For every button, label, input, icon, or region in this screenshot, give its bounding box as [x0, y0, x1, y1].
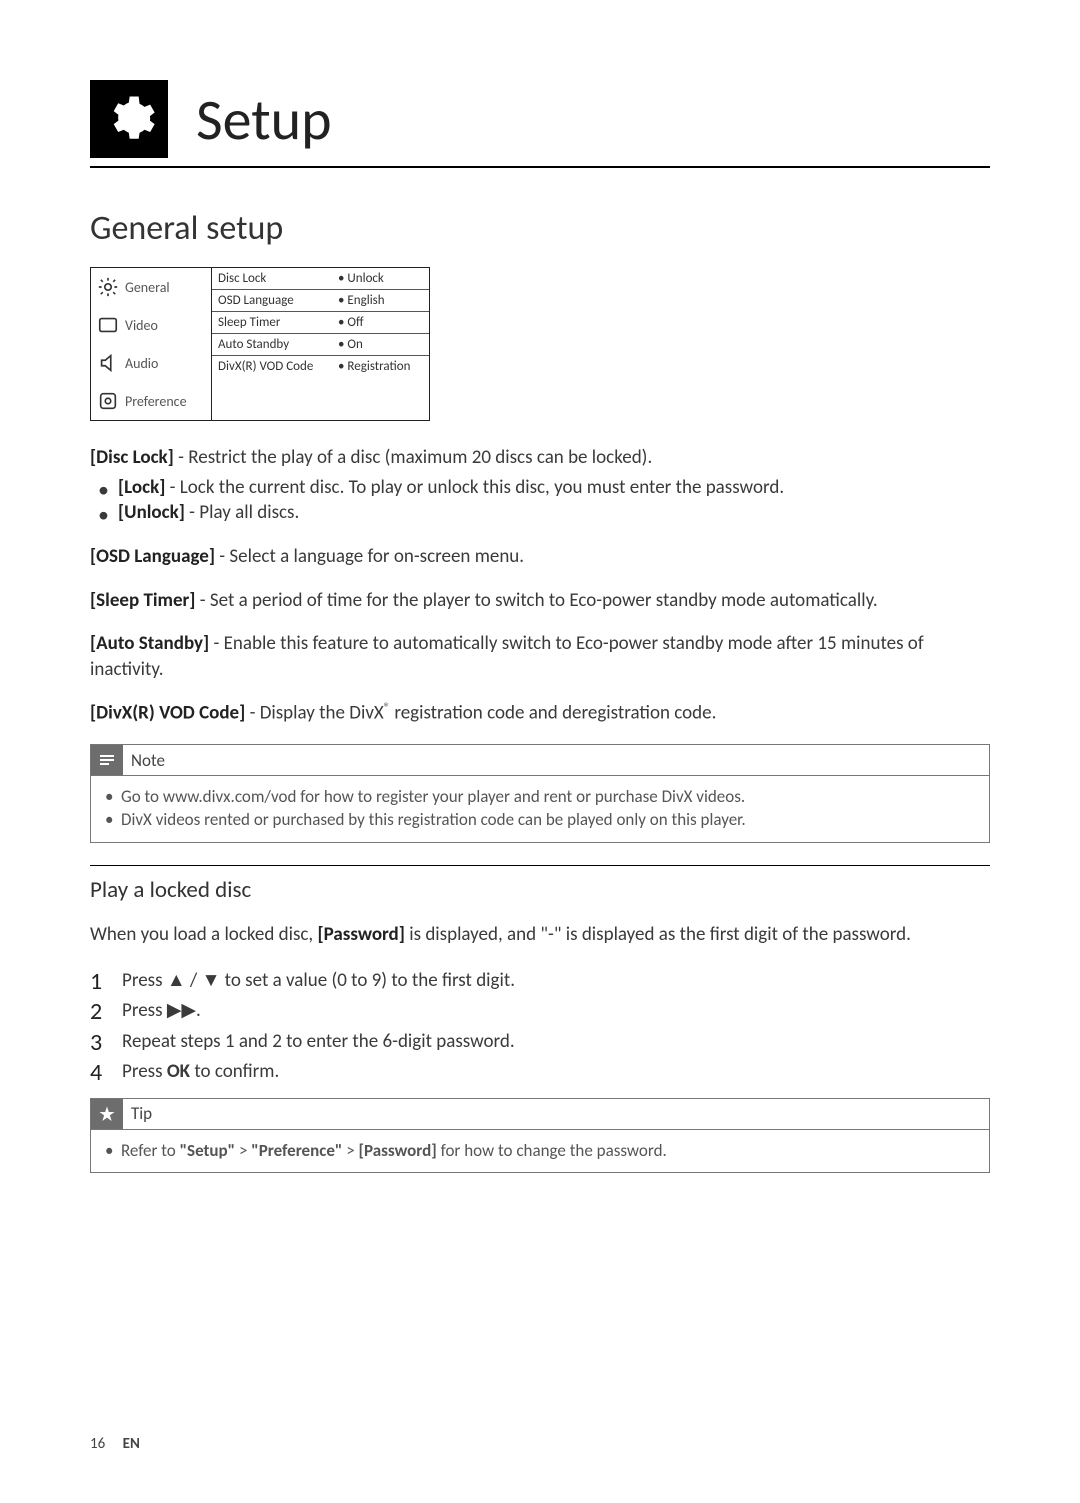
list-item: DivX videos rented or purchased by this …: [105, 809, 975, 832]
menu-tab-preference: Preference: [91, 382, 211, 420]
menu-row: OSD LanguageEnglish: [212, 290, 429, 312]
list-item: Go to www.divx.com/vod for how to regist…: [105, 786, 975, 809]
subsection-title: Play a locked disc: [90, 876, 990, 904]
desc-sleep: [Sleep Timer] - Set a period of time for…: [90, 588, 990, 614]
page-header: Setup: [90, 80, 990, 168]
setting-value: Registration: [338, 359, 410, 374]
setting-label: DivX(R) VOD Code: [218, 359, 338, 374]
setting-value: Off: [338, 315, 364, 330]
setting-value: English: [338, 293, 385, 308]
play-steps: Press ▲ / ▼ to set a value (0 to 9) to t…: [90, 966, 990, 1088]
menu-tab-label: Video: [125, 317, 158, 334]
down-icon: ▼: [202, 969, 221, 992]
setting-label: Disc Lock: [218, 271, 338, 286]
desc-disc-lock: [Disc Lock] - Restrict the play of a dis…: [90, 445, 990, 471]
play-intro: When you load a locked disc, [Password] …: [90, 922, 990, 948]
menu-tab-label: General: [125, 279, 170, 296]
page-lang: EN: [123, 1435, 140, 1453]
audio-icon: [97, 352, 119, 374]
menu-tab-general: General: [91, 268, 211, 306]
callout-body: Refer to "Setup" > "Preference" > [Passw…: [91, 1130, 989, 1173]
page-footer: 16 EN: [90, 1435, 140, 1453]
body-content: [Disc Lock] - Restrict the play of a dis…: [90, 445, 990, 726]
callout-title: Note: [131, 746, 165, 775]
menu-tab-video: Video: [91, 306, 211, 344]
callout-body: Go to www.divx.com/vod for how to regist…: [91, 776, 989, 842]
list-item: [Unlock] - Play all discs.: [118, 500, 990, 526]
setting-label: Sleep Timer: [218, 315, 338, 330]
callout-title: Tip: [131, 1099, 152, 1128]
page-title: Setup: [196, 84, 332, 155]
preference-icon: [97, 390, 119, 412]
list-item: Press OK to confirm.: [90, 1057, 990, 1087]
list-item: Press ▶▶.: [90, 996, 990, 1026]
menu-tab-audio: Audio: [91, 344, 211, 382]
gear-icon: [90, 80, 168, 158]
callout-header: Tip: [91, 1099, 989, 1130]
menu-tabs: General Video Audio Preference: [91, 268, 211, 420]
menu-settings: Disc LockUnlock OSD LanguageEnglish Slee…: [211, 268, 429, 420]
menu-row: Disc LockUnlock: [212, 268, 429, 290]
desc-osd: [OSD Language] - Select a language for o…: [90, 544, 990, 570]
callout-header: Note: [91, 745, 989, 776]
menu-illustration: General Video Audio Preference Disc Lock…: [90, 267, 430, 421]
setting-value: Unlock: [338, 271, 384, 286]
general-icon: [97, 276, 119, 298]
fast-forward-icon: ▶▶: [167, 999, 196, 1022]
menu-tab-label: Preference: [125, 393, 187, 410]
desc-auto: [Auto Standby] - Enable this feature to …: [90, 631, 990, 682]
setting-value: On: [338, 337, 363, 352]
menu-row: Sleep TimerOff: [212, 312, 429, 334]
page-number: 16: [90, 1435, 105, 1453]
setting-label: Auto Standby: [218, 337, 338, 352]
note-callout: Note Go to www.divx.com/vod for how to r…: [90, 744, 990, 843]
list-item: [Lock] - Lock the current disc. To play …: [118, 475, 990, 501]
tip-icon: [91, 1099, 123, 1129]
menu-tab-label: Audio: [125, 355, 158, 372]
note-icon: [91, 745, 123, 775]
desc-divx: [DivX(R) VOD Code] - Display the DivX® r…: [90, 700, 990, 726]
menu-row: Auto StandbyOn: [212, 334, 429, 356]
tip-callout: Tip Refer to "Setup" > "Preference" > [P…: [90, 1098, 990, 1174]
setting-label: OSD Language: [218, 293, 338, 308]
list-item: Press ▲ / ▼ to set a value (0 to 9) to t…: [90, 966, 990, 996]
disc-lock-options: [Lock] - Lock the current disc. To play …: [90, 475, 990, 526]
menu-row: DivX(R) VOD CodeRegistration: [212, 356, 429, 420]
play-locked-section: Play a locked disc When you load a locke…: [90, 865, 990, 1087]
video-icon: [97, 314, 119, 336]
list-item: Repeat steps 1 and 2 to enter the 6-digi…: [90, 1027, 990, 1057]
list-item: Refer to "Setup" > "Preference" > [Passw…: [105, 1140, 975, 1163]
section-title: General setup: [90, 208, 990, 249]
up-icon: ▲: [167, 969, 186, 992]
